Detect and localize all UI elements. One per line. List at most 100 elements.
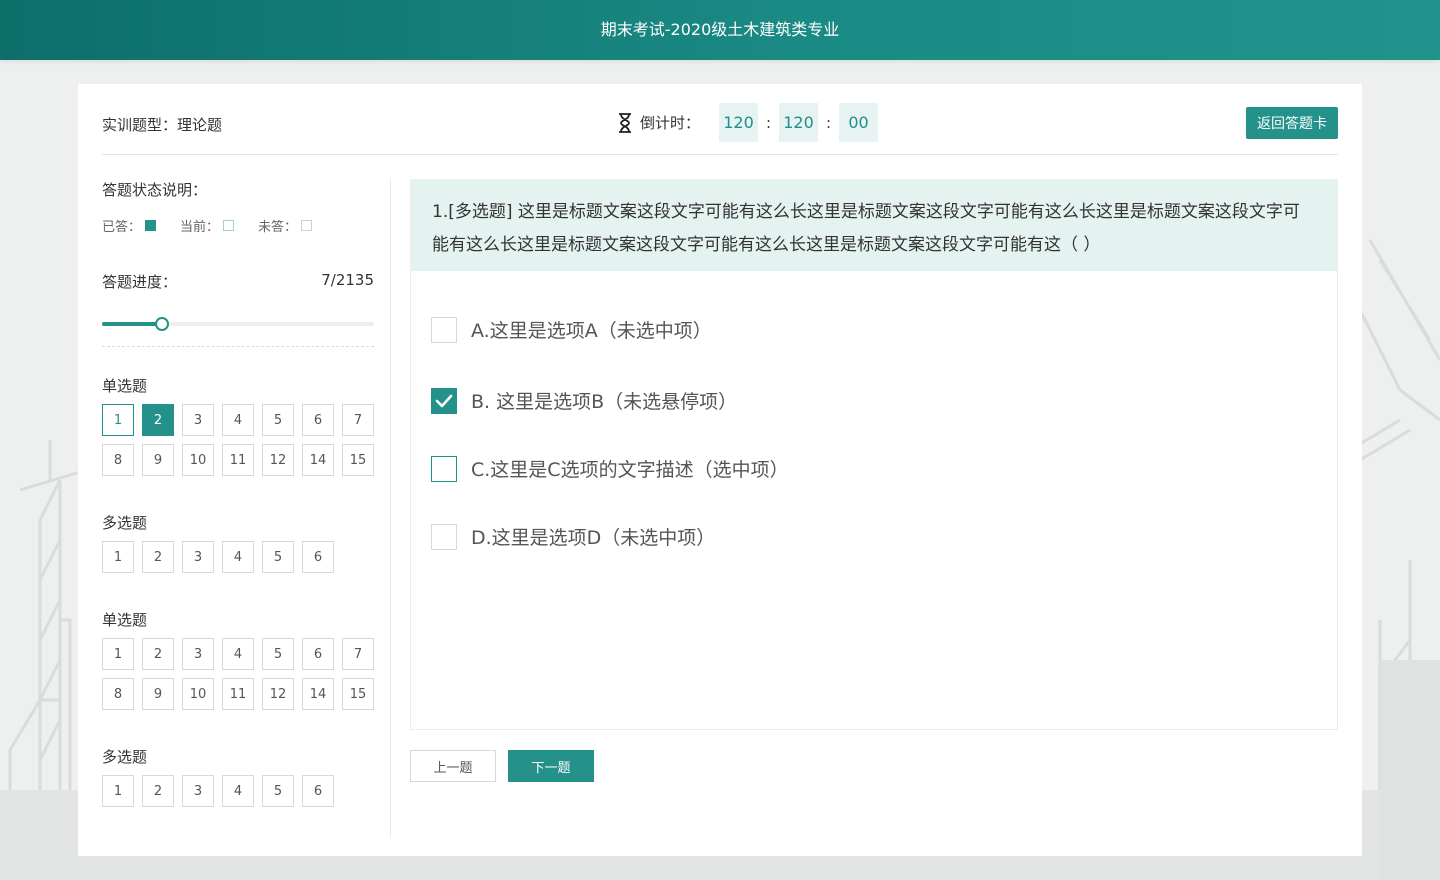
return-answer-card-button[interactable]: 返回答题卡 (1246, 107, 1338, 139)
group-title: 多选题 (102, 514, 148, 532)
option-checkbox[interactable] (431, 387, 457, 414)
question-number-grid: 1 2 3 4 5 6 7 8 9 10 11 12 14 15 (102, 404, 382, 484)
countdown-label: 倒计时： (640, 114, 701, 132)
status-legend: 已答： 当前： 未答： (102, 216, 374, 235)
question-number-grid: 1 2 3 4 5 6 7 8 9 10 11 12 14 15 (102, 638, 382, 718)
status-legend-title: 答题状态说明： (102, 181, 208, 199)
question-number-button[interactable]: 12 (262, 678, 294, 710)
question-number-button[interactable]: 10 (182, 444, 214, 476)
question-group: 单选题 1 2 3 4 5 6 7 8 9 10 11 12 14 15 (102, 611, 374, 718)
next-question-button[interactable]: 下一题 (508, 750, 594, 782)
question-number-button[interactable]: 5 (262, 775, 294, 807)
answer-sheet-panel: 答题状态说明： 已答： 当前： 未答： 答题进度： 7/2135 单选题 1 2… (102, 179, 374, 815)
app-title: 期末考试-2020级土木建筑类专业 (600, 20, 840, 39)
countdown-timer: 倒计时： 120 : 120 : 00 (618, 103, 879, 142)
group-title: 单选题 (102, 377, 148, 395)
question-number-button[interactable]: 3 (182, 775, 214, 807)
question-number-button[interactable]: 3 (182, 541, 214, 573)
option-c[interactable]: C.这里是C选项的文字描述（选中项） (431, 455, 789, 482)
option-checkbox[interactable] (431, 455, 457, 482)
question-number-button[interactable]: 2 (142, 775, 174, 807)
question-groups: 单选题 1 2 3 4 5 6 7 8 9 10 11 12 14 15 多选题 1 2 3 4 5 6 单选题 1 2 3 4 5 6… (102, 377, 374, 815)
divider (102, 346, 374, 347)
option-d[interactable]: D.这里是选项D（未选中项） (431, 523, 715, 550)
question-number-button[interactable]: 12 (262, 444, 294, 476)
question-number-button[interactable]: 5 (262, 541, 294, 573)
question-number-button[interactable]: 14 (302, 444, 334, 476)
question-number-button[interactable]: 4 (222, 404, 254, 436)
question-number-button[interactable]: 6 (302, 541, 334, 573)
option-checkbox[interactable] (431, 523, 457, 550)
countdown-separator: : (825, 113, 832, 132)
progress-slider[interactable] (102, 317, 374, 331)
legend-current: 当前： (180, 216, 235, 235)
option-b[interactable]: B. 这里是选项B（未选悬停项） (431, 387, 737, 414)
progress-thumb[interactable] (154, 317, 169, 331)
app-title-bar: 期末考试-2020级土木建筑类专业 (0, 0, 1440, 60)
option-label: D.这里是选项D（未选中项） (471, 527, 716, 549)
option-checkbox[interactable] (431, 316, 457, 343)
question-number-button[interactable]: 2 (142, 638, 174, 670)
question-number-button[interactable]: 8 (102, 678, 134, 710)
question-number-button[interactable]: 7 (342, 638, 374, 670)
question-number-button[interactable]: 4 (222, 638, 254, 670)
exam-header: 实训题型：理论题 倒计时： 120 : 120 : 00 返回答题卡 (102, 84, 1338, 155)
prev-question-button[interactable]: 上一题 (410, 750, 496, 782)
countdown-seconds: 00 (839, 103, 879, 142)
question-panel: 1.[多选题] 这里是标题文案这段文字可能有这么长这里是标题文案这段文字可能有这… (410, 179, 1338, 730)
progress-fill (102, 322, 162, 326)
group-title: 多选题 (102, 748, 148, 766)
progress-count: 7/2135 (321, 271, 374, 289)
progress-label: 答题进度： (102, 273, 178, 291)
question-number-grid: 123456 (102, 775, 382, 815)
progress-header: 答题进度： 7/2135 (102, 271, 374, 292)
countdown-hours: 120 (719, 103, 759, 142)
hourglass-icon (619, 112, 631, 133)
current-swatch (223, 220, 235, 231)
question-number-button[interactable]: 2 (142, 404, 174, 436)
option-a[interactable]: A.这里是选项A（未选中项） (431, 316, 712, 343)
question-number-button[interactable]: 3 (182, 404, 214, 436)
question-number-button[interactable]: 9 (142, 444, 174, 476)
question-number-button[interactable]: 1 (102, 775, 134, 807)
legend-unanswered: 未答： (258, 216, 313, 235)
question-type-label: 实训题型：理论题 (102, 116, 223, 134)
question-number-button[interactable]: 6 (302, 775, 334, 807)
question-number-button[interactable]: 6 (302, 638, 334, 670)
question-number-button[interactable]: 9 (142, 678, 174, 710)
question-number-button[interactable]: 15 (342, 444, 374, 476)
question-number-button[interactable]: 14 (302, 678, 334, 710)
question-number-button[interactable]: 5 (262, 404, 294, 436)
question-number-button[interactable]: 1 (102, 404, 134, 436)
question-number-button[interactable]: 11 (222, 678, 254, 710)
panel-divider (390, 179, 391, 837)
question-group: 多选题 1 2 3 4 5 6 (102, 748, 374, 815)
checkmark-icon (435, 394, 453, 407)
question-number-button[interactable]: 1 (102, 638, 134, 670)
question-group: 多选题 1 2 3 4 5 6 (102, 514, 374, 581)
option-label: C.这里是C选项的文字描述（选中项） (471, 459, 789, 481)
question-number-button[interactable]: 10 (182, 678, 214, 710)
option-label: A.这里是选项A（未选中项） (471, 320, 712, 342)
question-group: 单选题 1 2 3 4 5 6 7 8 9 10 11 12 14 15 (102, 377, 374, 484)
question-navigation: 上一题 下一题 (410, 750, 594, 782)
question-number-button[interactable]: 1 (102, 541, 134, 573)
unanswered-swatch (301, 220, 313, 231)
question-number-button[interactable]: 8 (102, 444, 134, 476)
group-title: 单选题 (102, 611, 148, 629)
question-number-button[interactable]: 2 (142, 541, 174, 573)
question-number-grid: 123456 (102, 541, 382, 581)
answered-swatch (145, 220, 157, 231)
question-number-button[interactable]: 11 (222, 444, 254, 476)
option-label: B. 这里是选项B（未选悬停项） (471, 391, 738, 413)
question-number-button[interactable]: 15 (342, 678, 374, 710)
question-number-button[interactable]: 6 (302, 404, 334, 436)
question-stem: 1.[多选题] 这里是标题文案这段文字可能有这么长这里是标题文案这段文字可能有这… (411, 180, 1337, 271)
question-number-button[interactable]: 5 (262, 638, 294, 670)
question-number-button[interactable]: 4 (222, 775, 254, 807)
question-number-button[interactable]: 3 (182, 638, 214, 670)
question-number-button[interactable]: 7 (342, 404, 374, 436)
question-number-button[interactable]: 4 (222, 541, 254, 573)
countdown-minutes: 120 (779, 103, 819, 142)
legend-answered-label: 已答： (102, 220, 142, 235)
